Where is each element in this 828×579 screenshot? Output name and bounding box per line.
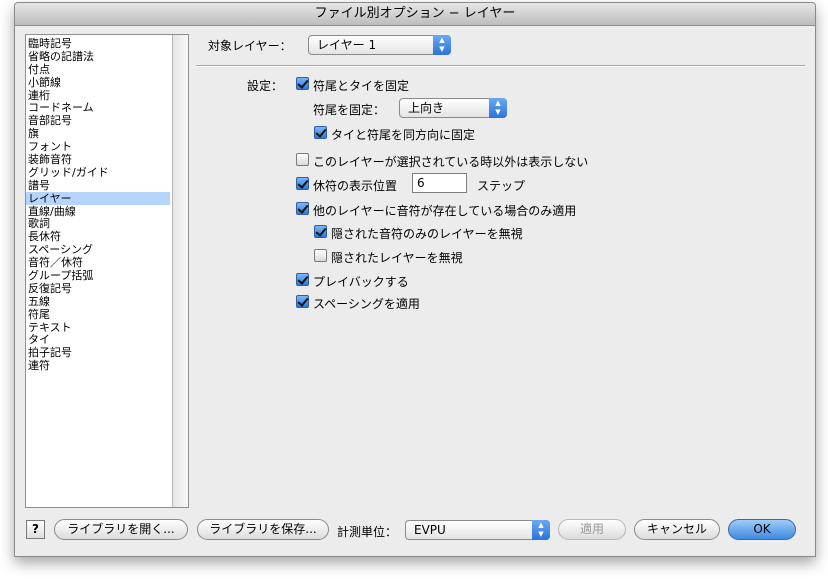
rest-position-label: 休符の表示位置 [313,179,398,193]
stem-fix-label: 符尾を固定： [313,103,386,117]
updown-arrows-icon: ▲ ▼ [433,35,451,55]
dialog-window: ファイル別オプション − レイヤー 臨時記号 省略の記譜法 付点 小節線 連桁 コードネー… [14,2,816,557]
category-item[interactable]: 音符／休符 [26,256,170,269]
settings-label: 設定： [247,79,284,93]
stem-fix-popup[interactable]: 上向き ▲ ▼ [399,98,507,118]
playback-label: プレイバックする [313,275,409,289]
category-items: 臨時記号 省略の記譜法 付点 小節線 連桁 コードネーム 音部記号旗フォント 装飾音符 グリッド… [26,35,188,372]
title-bar: ファイル別オプション − レイヤー [15,3,815,26]
apply-spacing-label: スペーシングを適用 [313,297,420,311]
category-item[interactable]: フォント [26,140,170,153]
rest-position-input[interactable]: 6 [412,173,467,193]
open-library-button[interactable]: ライブラリを開く... [54,519,188,540]
category-item[interactable]: コードネーム [26,101,170,115]
ignore-hidden-layers-checkbox[interactable] [314,249,327,262]
category-item[interactable]: 音部記号 [26,114,170,127]
units-value: EVPU [414,523,446,537]
category-item[interactable]: 連符 [26,359,170,372]
target-layer-value: レイヤー 1 [317,38,377,52]
category-item[interactable]: 反復記号 [26,282,170,295]
category-item[interactable]: レイヤー [26,191,170,205]
ignore-hidden-notes-checkbox[interactable] [314,225,327,238]
only-other-layers-label: 他のレイヤーに音符が存在している場合のみ適用 [313,204,577,218]
units-label: 計測単位： [337,525,398,539]
target-layer-popup[interactable]: レイヤー 1 ▲ ▼ [308,35,451,55]
category-item[interactable]: 装飾音符 [26,153,170,166]
help-button[interactable]: ? [26,520,45,539]
ignore-hidden-notes-label: 隠された音符のみのレイヤーを無視 [331,227,523,241]
category-item[interactable]: 直線/曲線 [26,205,170,218]
apply-button[interactable]: 適用 [558,519,626,540]
category-item[interactable]: 旗 [26,127,170,140]
rest-position-checkbox[interactable] [296,177,309,190]
ignore-hidden-layers-label: 隠されたレイヤーを無視 [331,251,463,265]
category-item[interactable]: 連桁 [26,89,170,102]
updown-arrows-icon: ▲ ▼ [489,98,507,118]
category-item[interactable]: スペーシング [26,243,170,256]
category-item[interactable]: グループ括弧 [26,269,170,282]
units-popup[interactable]: EVPU ▲ ▼ [405,520,550,540]
tie-same-direction-checkbox[interactable] [314,126,327,139]
save-library-button[interactable]: ライブラリを保存... [197,519,329,540]
category-item[interactable]: 臨時記号 [26,37,170,50]
category-item[interactable]: 譜号 [26,179,170,192]
playback-checkbox[interactable] [296,273,309,286]
only-other-layers-checkbox[interactable] [296,202,309,215]
category-list-scrollbar[interactable] [172,35,188,507]
rest-position-unit: ステップ [477,179,526,193]
category-item[interactable]: 省略の記譜法 [26,50,170,63]
updown-arrows-icon: ▲ ▼ [532,520,550,540]
ok-button[interactable]: OK [728,519,796,540]
category-item[interactable]: 符尾 [26,308,170,321]
category-item[interactable]: 歌詞 [26,217,170,231]
hide-unselected-checkbox[interactable] [296,153,309,166]
cancel-button[interactable]: キャンセル [634,519,720,540]
category-item[interactable]: 小節線 [26,76,170,89]
stem-fix-value: 上向き [408,101,445,115]
category-item[interactable]: 五線 [26,295,170,308]
category-list[interactable]: 臨時記号 省略の記譜法 付点 小節線 連桁 コードネーム 音部記号旗フォント 装飾音符 グリッド… [25,34,189,508]
separator [196,65,805,67]
category-item[interactable]: テキスト [26,321,170,334]
fix-stem-tie-label: 符尾とタイを固定 [313,79,410,93]
apply-spacing-checkbox[interactable] [296,295,309,308]
target-layer-label: 対象レイヤー： [208,39,292,53]
category-item[interactable]: タイ [26,333,170,347]
fix-stem-tie-checkbox[interactable] [296,77,309,90]
category-item[interactable]: グリッド/ガイド [26,166,170,179]
category-item[interactable]: 付点 [26,63,170,76]
category-item[interactable]: 拍子記号 [26,346,170,359]
category-item[interactable]: 長休符 [26,230,170,243]
hide-unselected-label: このレイヤーが選択されている時以外は表示しない [313,155,589,169]
tie-same-direction-label: タイと符尾を同方向に固定 [331,128,476,142]
